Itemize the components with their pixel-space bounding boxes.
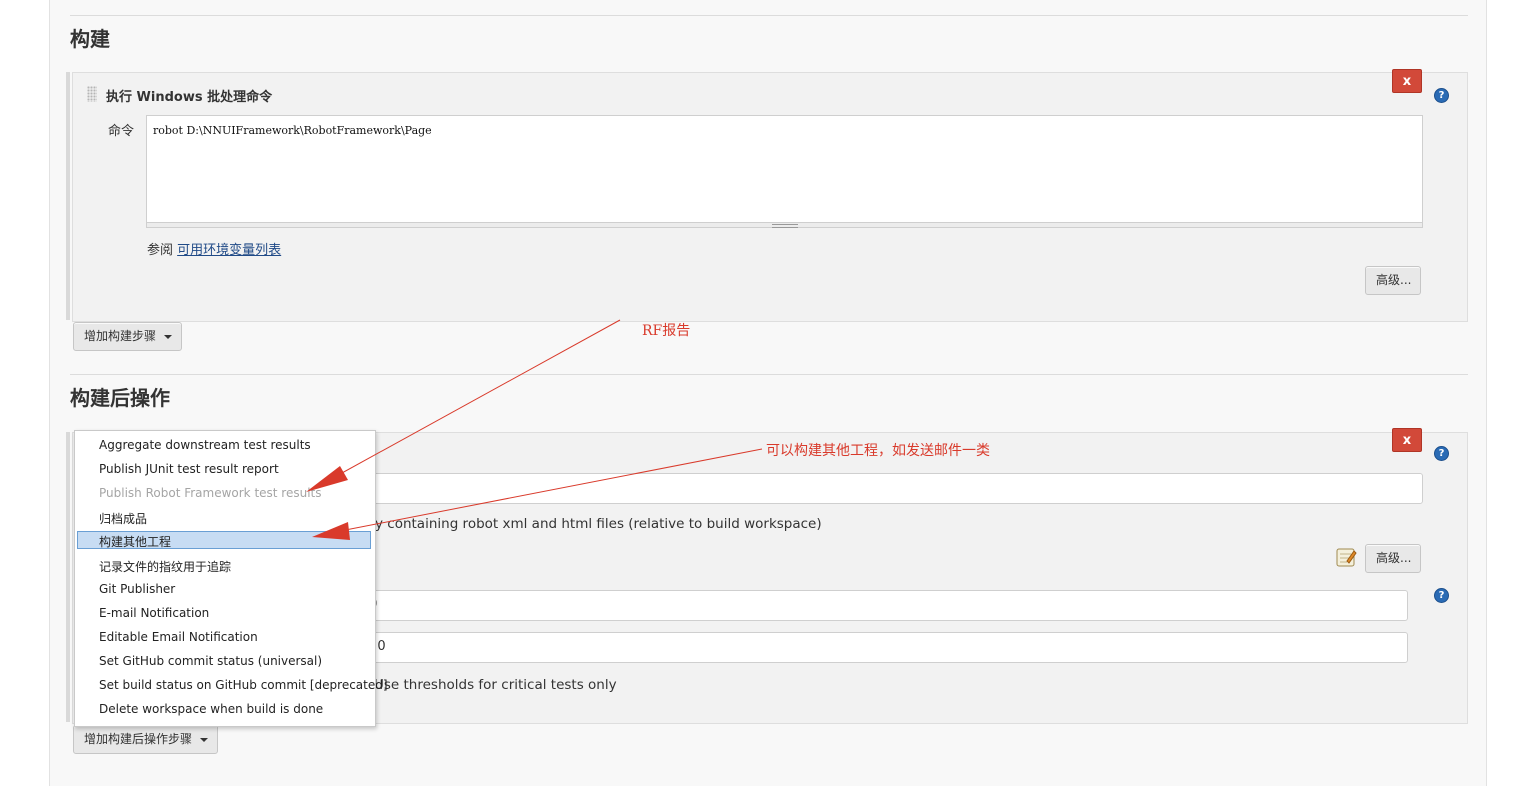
rf-arrow-line [321, 319, 621, 485]
annotation-arrows [306, 319, 763, 540]
project-arrow-line [329, 448, 763, 534]
other-project-annotation: 可以构建其他工程，如发送邮件一类 [766, 443, 990, 459]
project-arrow-head [312, 522, 350, 540]
rf-arrow-head [306, 466, 348, 492]
rf-report-annotation: RF报告 [642, 323, 691, 339]
